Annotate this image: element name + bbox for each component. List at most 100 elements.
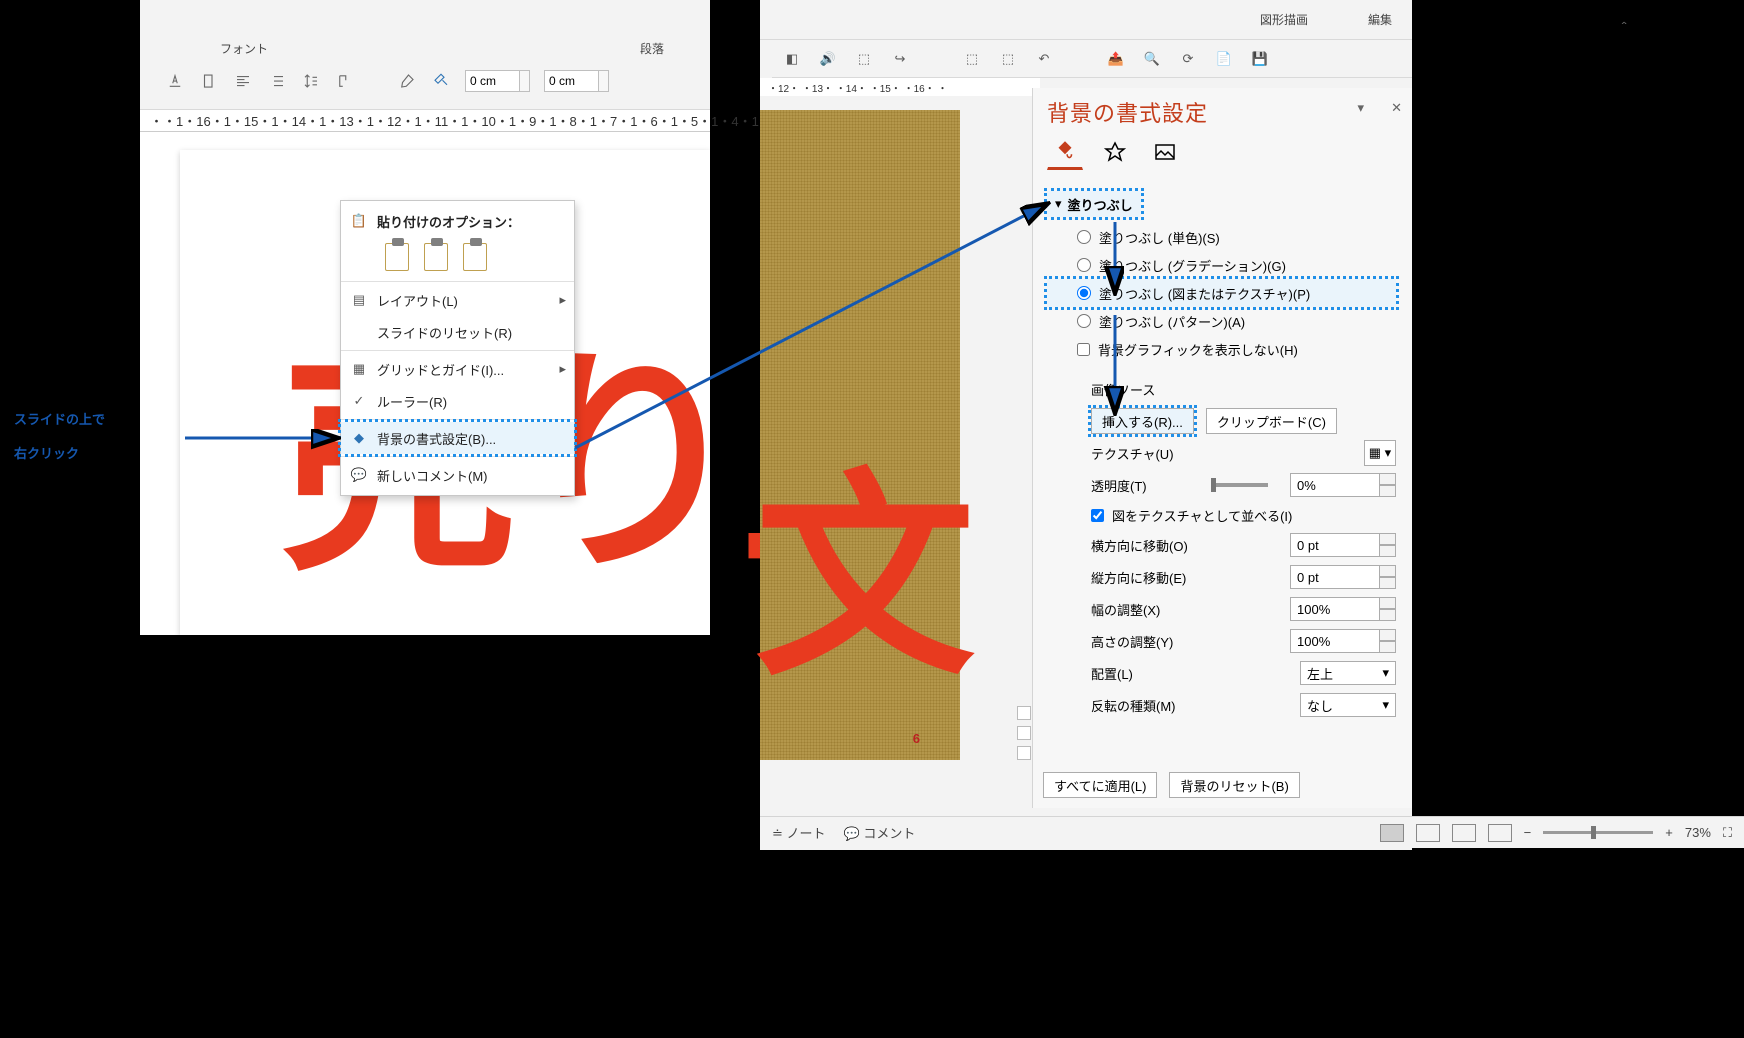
transparency-input[interactable]: 0% (1290, 473, 1396, 497)
vertical-scroll-helper (1016, 100, 1032, 760)
collapse-triangle-icon: ▾ (1055, 196, 1062, 212)
submenu-arrow-icon: ▸ (559, 361, 566, 377)
ribbon-group-paragraph: 段落 (640, 40, 664, 57)
reset-background-button[interactable]: 背景のリセット(B) (1169, 772, 1299, 798)
transparency-label: 透明度(T) (1091, 476, 1205, 495)
scale-h-input[interactable]: 100% (1290, 629, 1396, 653)
pane-tab-fill[interactable] (1047, 134, 1083, 170)
fill-gradient-radio[interactable]: 塗りつぶし (グラデーション)(G) (1047, 251, 1396, 279)
ctx-new-comment[interactable]: 💬 新しいコメント(M) (341, 459, 574, 491)
qat-icon-7[interactable]: 📤 (1106, 49, 1126, 69)
shape-icon[interactable] (431, 71, 451, 91)
hide-bg-checkbox[interactable]: 背景グラフィックを表示しない(H) (1047, 335, 1396, 363)
paste-option-picture[interactable] (463, 243, 487, 271)
clipboard-button[interactable]: クリップボード(C) (1206, 408, 1337, 434)
offset-x-input[interactable]: 0 pt (1290, 533, 1396, 557)
ctx-format-background[interactable]: ◆ 背景の書式設定(B)... (341, 422, 574, 454)
ctx-grid-guides[interactable]: ▦ グリッドとガイド(I)... ▸ (341, 353, 574, 385)
transparency-slider[interactable] (1213, 483, 1268, 487)
align-dropdown[interactable]: 左上▾ (1300, 661, 1396, 685)
zoom-slider[interactable] (1543, 831, 1653, 834)
qat-row: ◧ 🔊 ⬚ ↪ ⬚ ⬚ ↶ 📤 🔍 ⟳ 📄 💾 (772, 40, 1412, 78)
pane-body: ▾ 塗りつぶし 塗りつぶし (単色)(S) 塗りつぶし (グラデーション)(G)… (1033, 183, 1400, 808)
qat-icon-6[interactable]: ⬚ (998, 49, 1018, 69)
paste-option-keep[interactable] (424, 243, 448, 271)
zoom-in-icon[interactable] (1017, 746, 1031, 760)
ribbon-toolbar-row: 0 cm 0 cm (165, 70, 609, 92)
fill-picture-radio[interactable]: 塗りつぶし (図またはテクスチャ)(P) (1047, 279, 1396, 307)
slide-page-number: 6 (913, 731, 920, 746)
mirror-dropdown[interactable]: なし▾ (1300, 693, 1396, 717)
linespacing-icon[interactable] (301, 71, 321, 91)
align-icon[interactable] (233, 71, 253, 91)
qat-icon-3[interactable]: ⬚ (854, 49, 874, 69)
ctx-ruler[interactable]: ✓ ルーラー(R) (341, 385, 574, 417)
paste-option-theme[interactable] (385, 243, 409, 271)
view-normal-button[interactable] (1380, 824, 1404, 842)
zoom-out-button[interactable]: − (1524, 825, 1532, 840)
qat-icon-5[interactable]: ⬚ (962, 49, 982, 69)
view-sorter-button[interactable] (1416, 824, 1440, 842)
pane-title: 背景の書式設定 (1047, 96, 1208, 128)
indent-right-input[interactable]: 0 cm (544, 70, 609, 92)
text-color-icon[interactable] (165, 71, 185, 91)
indent-left-input[interactable]: 0 cm (465, 70, 530, 92)
list-icon[interactable] (267, 71, 287, 91)
pane-tab-effects[interactable] (1097, 134, 1133, 170)
pane-tab-picture[interactable] (1147, 134, 1183, 170)
qat-icon-4[interactable]: ↪ (890, 49, 910, 69)
ribbon-collapse-icon[interactable]: ＾ (1616, 18, 1632, 42)
offset-y-input[interactable]: 0 pt (1290, 565, 1396, 589)
ctx-reset-slide[interactable]: スライドのリセット(R) (341, 316, 574, 348)
texture-label: テクスチャ(U) (1091, 444, 1356, 463)
highlight-icon[interactable] (199, 71, 219, 91)
section-fill-header[interactable]: ▾ 塗りつぶし (1047, 191, 1141, 217)
ruler-horizontal-left: ・・1・16・1・15・1・14・1・13・1・12・1・11・1・10・1・9… (140, 110, 710, 132)
ribbon-group-drawing: 図形描画 (1260, 11, 1308, 28)
qat-new-icon[interactable]: 📄 (1214, 49, 1234, 69)
pane-bottom-buttons: すべてに適用(L) 背景のリセット(B) (1043, 772, 1300, 798)
qat-preview-icon[interactable]: 🔍 (1142, 49, 1162, 69)
apply-all-button[interactable]: すべてに適用(L) (1043, 772, 1157, 798)
ctx-paste-header: 📋 貼り付けのオプション： (341, 205, 574, 237)
ribbon-right-groups: 図形描画 編集 (760, 0, 1412, 40)
insert-image-button[interactable]: 挿入する(R)... (1091, 408, 1194, 434)
slide-canvas-right[interactable]: 文 6 (760, 110, 960, 760)
fill-solid-radio[interactable]: 塗りつぶし (単色)(S) (1047, 223, 1396, 251)
paste-icon: 📋 (349, 213, 369, 229)
qat-refresh-icon[interactable]: ⟳ (1178, 49, 1198, 69)
qat-undo-icon[interactable]: ↶ (1034, 49, 1054, 69)
fill-pattern-radio[interactable]: 塗りつぶし (パターン)(A) (1047, 307, 1396, 335)
view-reading-button[interactable] (1452, 824, 1476, 842)
texture-picker-button[interactable]: ▦ ▾ (1364, 440, 1396, 466)
fit-window-button[interactable]: ⛶ (1723, 825, 1732, 841)
ctx-layout[interactable]: ▤ レイアウト(L) ▸ (341, 284, 574, 316)
brush-icon[interactable] (397, 71, 417, 91)
slide-text-right: 文 (755, 400, 975, 718)
ribbon-group-edit: 編集 (1368, 11, 1392, 28)
qat-icon-2[interactable]: 🔊 (818, 49, 838, 69)
notes-button[interactable]: ≐ ノート (772, 823, 826, 842)
pane-close-icon[interactable]: ✕ (1391, 100, 1402, 116)
offset-x-label: 横方向に移動(O) (1091, 536, 1282, 555)
zoom-percent[interactable]: 73% (1685, 825, 1711, 840)
ribbon-group-font: フォント (220, 40, 268, 57)
text-direction-icon[interactable] (335, 71, 355, 91)
status-bar: ≐ ノート 💬 コメント − + 73% ⛶ (760, 816, 1744, 848)
ruler-horizontal-right: ・12・ ・13・ ・14・ ・15・ ・16・ ・ (760, 78, 1040, 96)
zoom-out-icon[interactable] (1017, 726, 1031, 740)
view-slideshow-button[interactable] (1488, 824, 1512, 842)
fit-icon[interactable] (1017, 706, 1031, 720)
pane-options-dropdown-icon[interactable]: ▾ (1357, 100, 1364, 116)
scale-w-label: 幅の調整(X) (1091, 600, 1282, 619)
qat-save-icon[interactable]: 💾 (1250, 49, 1270, 69)
qat-icon-1[interactable]: ◧ (782, 49, 802, 69)
zoom-in-button[interactable]: + (1665, 825, 1673, 840)
layout-icon: ▤ (349, 292, 369, 308)
comments-button[interactable]: 💬 コメント (844, 823, 916, 842)
tile-checkbox[interactable]: 図をテクスチャとして並べる(I) (1047, 501, 1396, 529)
align-label: 配置(L) (1091, 664, 1292, 683)
image-source-label: 画像ソース (1091, 380, 1396, 399)
scale-h-label: 高さの調整(Y) (1091, 632, 1282, 651)
scale-w-input[interactable]: 100% (1290, 597, 1396, 621)
